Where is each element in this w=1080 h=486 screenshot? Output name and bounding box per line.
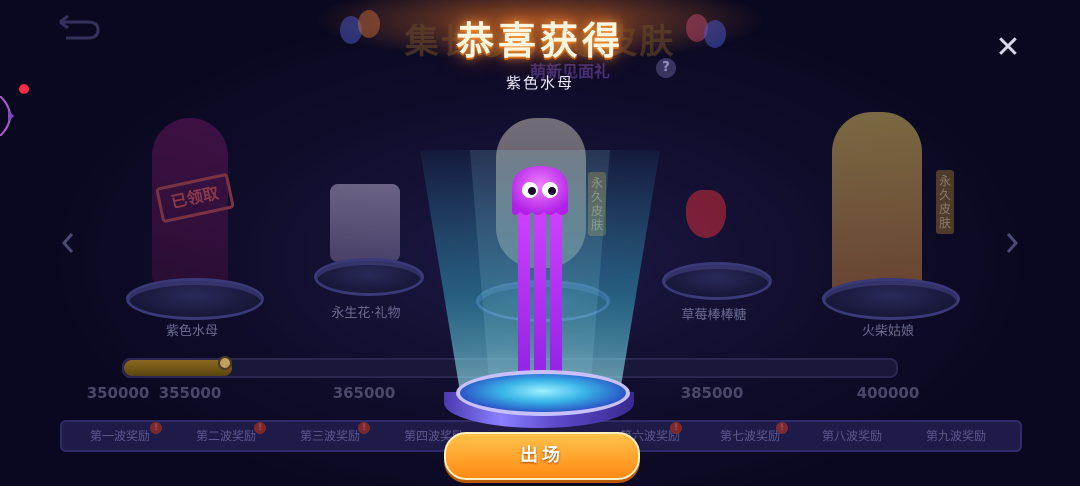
tab-alert-icon: ! — [150, 422, 162, 434]
back-arrow-icon — [59, 14, 100, 40]
scroll-right-button[interactable] — [1002, 228, 1022, 258]
game-screen: 集长●●●●皮肤 萌新见面礼 已领取 紫色水母 永生花·礼物 永久皮肤 草莓棒棒… — [0, 0, 1080, 486]
reward-label: 草莓棒棒糖 — [681, 308, 747, 323]
close-icon[interactable]: ✕ — [992, 32, 1024, 64]
tab-alert-icon: ! — [776, 422, 788, 434]
tab-label: 第七波奖励 — [719, 429, 780, 443]
back-button[interactable] — [54, 14, 102, 40]
tab-label: 第八波奖励 — [821, 429, 882, 443]
reward-label: 永生花·礼物 — [331, 306, 401, 321]
reward-label: 火柴姑娘 — [861, 324, 914, 339]
milestone-value: 365000 — [332, 384, 396, 402]
purple-jellyfish-prize — [512, 166, 568, 400]
milestone-value: 350000 — [86, 384, 150, 402]
tab-label: 第一波奖励 — [89, 429, 150, 443]
side-panel-handle[interactable] — [0, 95, 26, 137]
tab-label: 第三波奖励 — [299, 429, 360, 443]
reward-platform — [662, 262, 772, 300]
chevron-right-icon — [0, 95, 14, 137]
reward-label: 紫色水母 — [165, 324, 218, 339]
chevron-right-icon — [1006, 233, 1019, 253]
progress-fill — [124, 360, 233, 376]
pedestal-top — [456, 370, 630, 416]
notification-dot — [19, 84, 29, 94]
scroll-left-button[interactable] — [58, 228, 78, 258]
tab-alert-icon: ! — [358, 422, 370, 434]
reward-platform — [314, 258, 424, 296]
tab-alert-icon: ! — [670, 422, 682, 434]
reward-item-image — [832, 112, 922, 296]
tab-wave-8[interactable]: 第八波奖励 — [800, 426, 904, 446]
permanent-skin-tag: 永久皮肤 — [936, 170, 954, 234]
milestone-value: 355000 — [158, 384, 222, 402]
progress-marker — [218, 356, 232, 370]
tab-wave-9[interactable]: 第九波奖励 — [904, 426, 1008, 446]
chevron-left-icon — [61, 233, 74, 253]
milestone-value: 385000 — [680, 384, 744, 402]
reward-item-image — [330, 184, 400, 262]
milestone-value: 400000 — [856, 384, 920, 402]
congrats-title: 恭喜获得 — [455, 19, 624, 63]
tab-label: 第二波奖励 — [195, 429, 256, 443]
reward-item-image — [686, 190, 726, 238]
balloon-icon — [704, 20, 726, 48]
tab-alert-icon: ! — [254, 422, 266, 434]
reward-platform — [126, 278, 264, 320]
prize-name: 紫色水母 — [505, 74, 574, 92]
help-icon[interactable]: ? — [656, 58, 676, 78]
reward-platform — [822, 278, 960, 320]
equip-button[interactable]: 出场 — [444, 432, 640, 480]
permanent-skin-tag: 永久皮肤 — [588, 172, 606, 236]
balloon-icon — [358, 10, 380, 38]
tab-label: 第九波奖励 — [925, 429, 986, 443]
